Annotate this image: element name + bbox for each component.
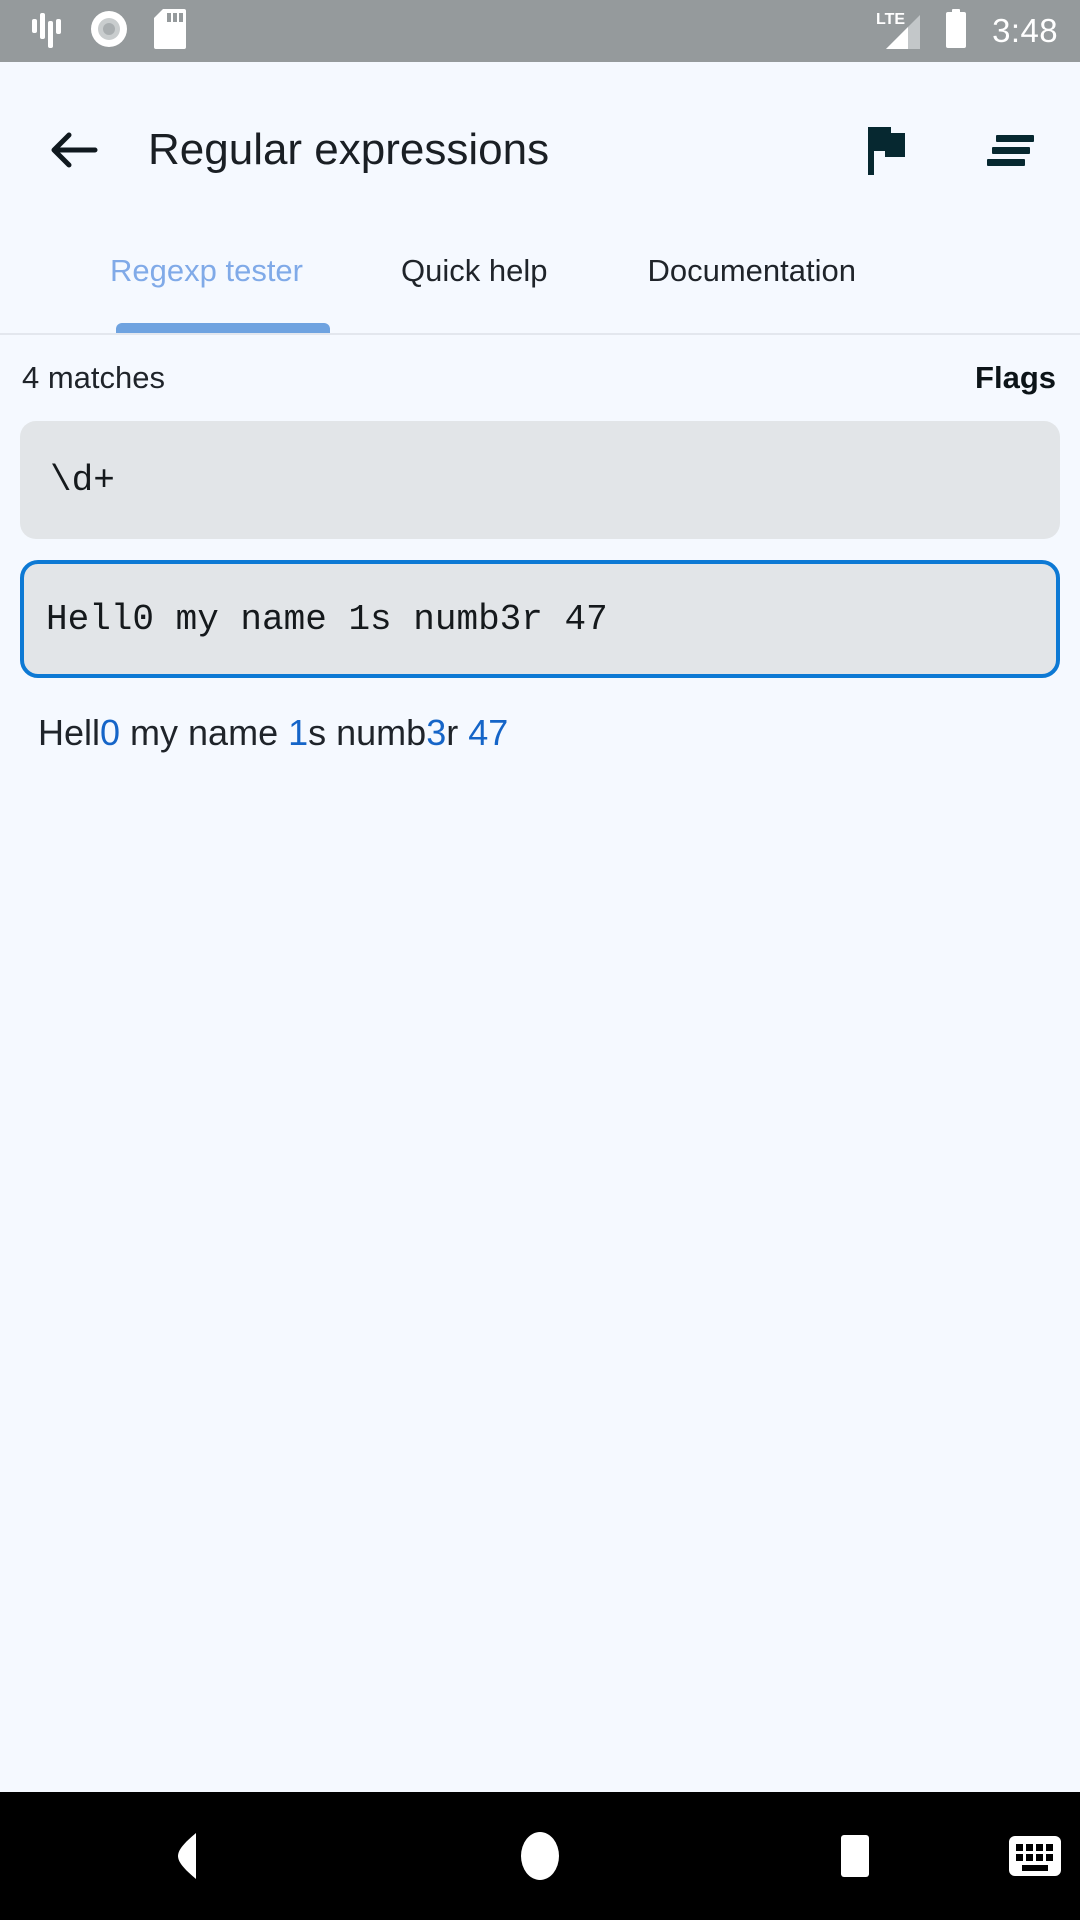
tester-meta-row: 4 matches Flags <box>20 335 1060 421</box>
equalizer-icon <box>30 10 64 53</box>
tab-regexp-tester[interactable]: Regexp tester <box>110 237 303 289</box>
tab-quick-help[interactable]: Quick help <box>401 237 547 289</box>
regex-input-value: \d+ <box>50 459 115 501</box>
sd-card-icon <box>154 8 186 54</box>
status-bar-clock: 3:48 <box>992 12 1058 49</box>
tab-active-indicator <box>116 323 330 333</box>
regex-input[interactable]: \d+ <box>20 421 1060 539</box>
regexp-tester-panel: 4 matches Flags \d+ Hell0 my name 1s num… <box>0 335 1080 755</box>
page-title: Regular expressions <box>148 124 550 174</box>
match-highlight: 3 <box>426 712 447 753</box>
test-string-input[interactable]: Hell0 my name 1s numb3r 47 <box>20 560 1060 678</box>
match-highlight: 1 <box>288 712 309 753</box>
lte-signal-icon: LTE <box>876 7 926 56</box>
square-recents-icon[interactable] <box>720 1792 990 1920</box>
match-plain-text: s numb <box>308 712 427 753</box>
battery-icon <box>944 8 968 54</box>
match-count-label: 4 matches <box>22 360 166 395</box>
android-navigation-bar <box>0 1792 1080 1920</box>
match-highlight: 0 <box>100 712 121 753</box>
status-bar-right-icons: LTE 3:48 <box>876 7 1058 56</box>
flag-icon[interactable] <box>850 114 922 186</box>
status-bar-left-icons <box>30 8 186 54</box>
arrow-back-icon[interactable] <box>40 117 106 183</box>
recording-disc-icon <box>90 10 128 53</box>
status-bar: LTE 3:48 <box>0 0 1080 62</box>
svg-text:LTE: LTE <box>876 11 905 28</box>
flags-button[interactable]: Flags <box>975 360 1058 396</box>
match-highlight: 47 <box>468 712 509 753</box>
match-plain-text: Hell <box>38 712 101 753</box>
app-bar: Regular expressions <box>0 62 1080 237</box>
tab-documentation[interactable]: Documentation <box>647 237 856 289</box>
triangle-back-icon[interactable] <box>0 1792 360 1920</box>
match-plain-text: r <box>446 712 469 753</box>
tab-bar: Regexp tester Quick help Documentation <box>0 237 1080 335</box>
test-string-input-value: Hell0 my name 1s numb3r 47 <box>46 598 608 640</box>
match-result-text: Hell0 my name 1s numb3r 47 <box>20 678 1060 755</box>
keyboard-icon[interactable] <box>990 1792 1080 1920</box>
circle-home-icon[interactable] <box>360 1792 720 1920</box>
match-plain-text: my name <box>120 712 289 753</box>
sort-lines-icon[interactable] <box>974 114 1046 186</box>
